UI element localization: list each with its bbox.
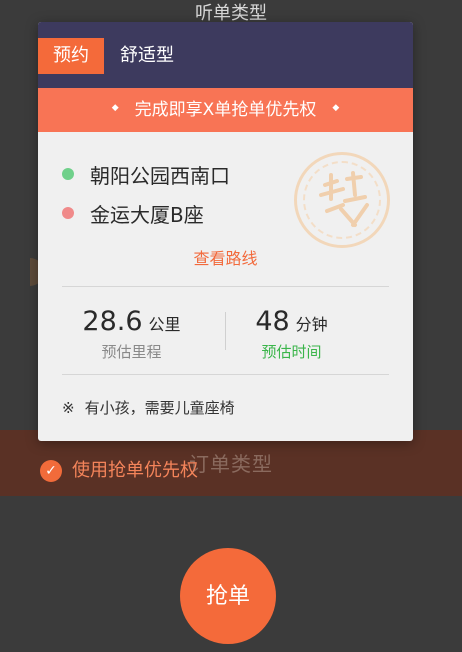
view-route-link[interactable]: 查看路线: [38, 248, 413, 270]
start-address: 朝阳公园西南口: [90, 163, 230, 188]
distance-value: 28.6: [82, 306, 143, 337]
diamond-icon: ◆: [332, 103, 340, 113]
card-header: 预约 舒适型: [38, 22, 413, 88]
note-icon: ※: [62, 399, 75, 417]
divider: [62, 286, 389, 287]
distance-unit: 公里: [148, 315, 181, 334]
order-screen: 听单类型 订单类型 ✓ 使用抢单优先权 抢单 预约 舒适型 ◆ 完成即享X单抢单优…: [0, 0, 462, 652]
stamp-icon: [294, 152, 390, 248]
divider: [62, 374, 389, 375]
passenger-note: ※ 有小孩，需要儿童座椅: [62, 397, 235, 418]
order-card: 预约 舒适型 ◆ 完成即享X单抢单优先权 ◆ 朝阳公园西南口 金运大厦B座 查看路线…: [38, 22, 413, 441]
order-type-ghost-label: 订单类型: [189, 452, 273, 476]
promo-banner: ◆ 完成即享X单抢单优先权 ◆: [38, 88, 413, 132]
reservation-tag: 预约: [38, 38, 104, 74]
start-dot-icon: [62, 168, 74, 180]
stamp-glyph: [319, 171, 369, 227]
car-type-label: 舒适型: [120, 45, 174, 66]
note-text: 有小孩，需要儿童座椅: [84, 399, 235, 417]
end-address-row: 金运大厦B座: [62, 199, 204, 227]
time-value: 48: [255, 306, 290, 337]
time-label: 预估时间: [261, 343, 322, 361]
diamond-icon: ◆: [111, 103, 119, 113]
end-address: 金运大厦B座: [90, 202, 204, 227]
check-circle-icon[interactable]: ✓: [40, 460, 62, 482]
grab-order-button[interactable]: 抢单: [180, 548, 276, 644]
end-dot-icon: [62, 207, 74, 219]
promo-text: 完成即享X单抢单优先权: [134, 100, 317, 120]
time-metric: 48 分钟 预估时间: [198, 306, 385, 362]
start-address-row: 朝阳公园西南口: [62, 160, 230, 188]
priority-option-label[interactable]: 使用抢单优先权: [72, 459, 198, 483]
distance-metric: 28.6 公里 预估里程: [38, 306, 225, 362]
time-unit: 分钟: [295, 315, 328, 334]
distance-label: 预估里程: [101, 343, 162, 361]
